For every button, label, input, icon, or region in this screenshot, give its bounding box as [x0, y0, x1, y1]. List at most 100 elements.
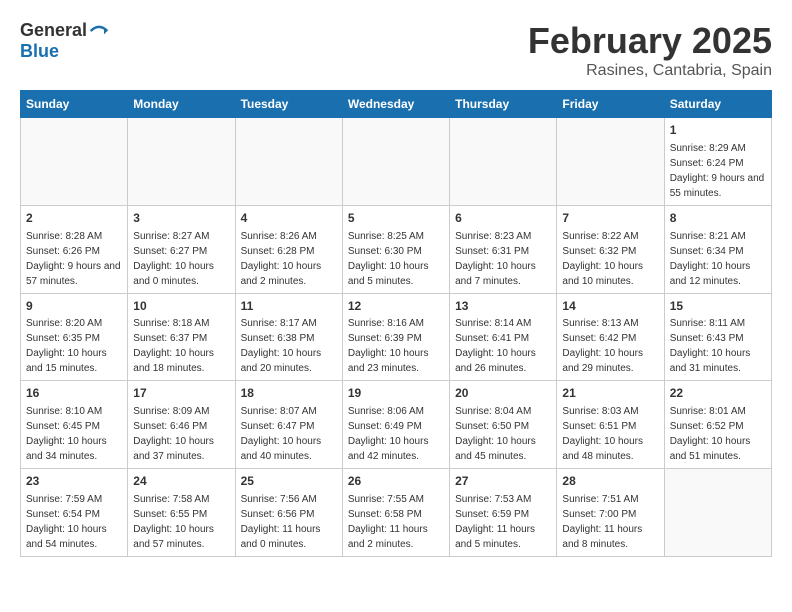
logo-blue: Blue [20, 41, 59, 61]
calendar-cell: 11Sunrise: 8:17 AM Sunset: 6:38 PM Dayli… [235, 293, 342, 381]
day-info: Sunrise: 8:03 AM Sunset: 6:51 PM Dayligh… [562, 406, 643, 462]
calendar-cell: 4Sunrise: 8:26 AM Sunset: 6:28 PM Daylig… [235, 205, 342, 293]
weekday-row: SundayMondayTuesdayWednesdayThursdayFrid… [21, 91, 772, 118]
day-number: 6 [455, 210, 551, 227]
calendar-cell: 20 Sunrise: 8:04 AM Sunset: 6:50 PM Dayli… [450, 381, 557, 469]
week-row-3: 9Sunrise: 8:20 AM Sunset: 6:35 PM Daylig… [21, 293, 772, 381]
calendar-cell: 28 Sunrise: 7:51 AM Sunset: 7:00 PM Dayli… [557, 469, 664, 557]
calendar-body: 1Sunrise: 8:29 AM Sunset: 6:24 PM Daylig… [21, 118, 772, 557]
calendar-cell: 9Sunrise: 8:20 AM Sunset: 6:35 PM Daylig… [21, 293, 128, 381]
day-number: 8 [670, 210, 766, 227]
calendar-cell: 8 Sunrise: 8:21 AM Sunset: 6:34 PM Daylig… [664, 205, 771, 293]
calendar-cell [128, 118, 235, 206]
calendar-cell: 17 Sunrise: 8:09 AM Sunset: 6:46 PM Dayli… [128, 381, 235, 469]
calendar-cell: 14Sunrise: 8:13 AM Sunset: 6:42 PM Dayli… [557, 293, 664, 381]
logo-icon [89, 21, 109, 41]
weekday-header-wednesday: Wednesday [342, 91, 449, 118]
weekday-header-tuesday: Tuesday [235, 91, 342, 118]
week-row-4: 16 Sunrise: 8:10 AM Sunset: 6:45 PM Dayli… [21, 381, 772, 469]
calendar-cell [342, 118, 449, 206]
day-number: 28 [562, 473, 658, 490]
calendar-cell: 22 Sunrise: 8:01 AM Sunset: 6:52 PM Dayli… [664, 381, 771, 469]
day-info: Sunrise: 8:25 AM Sunset: 6:30 PM Dayligh… [348, 231, 429, 287]
day-number: 22 [670, 385, 766, 402]
calendar-cell: 18 Sunrise: 8:07 AM Sunset: 6:47 PM Dayli… [235, 381, 342, 469]
day-number: 17 [133, 385, 229, 402]
calendar-cell: 5 Sunrise: 8:25 AM Sunset: 6:30 PM Daylig… [342, 205, 449, 293]
calendar-cell: 24 Sunrise: 7:58 AM Sunset: 6:55 PM Dayli… [128, 469, 235, 557]
week-row-1: 1Sunrise: 8:29 AM Sunset: 6:24 PM Daylig… [21, 118, 772, 206]
day-info: Sunrise: 7:53 AM Sunset: 6:59 PM Dayligh… [455, 494, 535, 550]
day-number: 24 [133, 473, 229, 490]
day-number: 20 [455, 385, 551, 402]
day-info: Sunrise: 8:28 AM Sunset: 6:26 PM Dayligh… [26, 231, 121, 287]
weekday-header-sunday: Sunday [21, 91, 128, 118]
header: General Blue February 2025 Rasines, Cant… [20, 20, 772, 80]
day-number: 25 [241, 473, 337, 490]
calendar-cell: 26 Sunrise: 7:55 AM Sunset: 6:58 PM Dayli… [342, 469, 449, 557]
logo: General Blue [20, 20, 109, 62]
calendar-cell: 2Sunrise: 8:28 AM Sunset: 6:26 PM Daylig… [21, 205, 128, 293]
day-info: Sunrise: 8:07 AM Sunset: 6:47 PM Dayligh… [241, 406, 322, 462]
calendar-cell [557, 118, 664, 206]
calendar-cell: 15 Sunrise: 8:11 AM Sunset: 6:43 PM Dayli… [664, 293, 771, 381]
calendar-cell [21, 118, 128, 206]
day-number: 23 [26, 473, 122, 490]
day-number: 16 [26, 385, 122, 402]
day-info: Sunrise: 8:23 AM Sunset: 6:31 PM Dayligh… [455, 231, 536, 287]
week-row-2: 2Sunrise: 8:28 AM Sunset: 6:26 PM Daylig… [21, 205, 772, 293]
month-year: February 2025 [528, 20, 772, 62]
day-info: Sunrise: 7:58 AM Sunset: 6:55 PM Dayligh… [133, 494, 214, 550]
calendar-cell [235, 118, 342, 206]
day-info: Sunrise: 8:09 AM Sunset: 6:46 PM Dayligh… [133, 406, 214, 462]
day-info: Sunrise: 8:21 AM Sunset: 6:34 PM Dayligh… [670, 231, 751, 287]
day-number: 7 [562, 210, 658, 227]
day-info: Sunrise: 8:10 AM Sunset: 6:45 PM Dayligh… [26, 406, 107, 462]
calendar-cell: 13 Sunrise: 8:14 AM Sunset: 6:41 PM Dayli… [450, 293, 557, 381]
calendar-cell [450, 118, 557, 206]
day-info: Sunrise: 8:11 AM Sunset: 6:43 PM Dayligh… [670, 318, 751, 374]
day-number: 11 [241, 298, 337, 315]
weekday-header-saturday: Saturday [664, 91, 771, 118]
calendar-cell: 6 Sunrise: 8:23 AM Sunset: 6:31 PM Daylig… [450, 205, 557, 293]
day-number: 26 [348, 473, 444, 490]
day-info: Sunrise: 8:27 AM Sunset: 6:27 PM Dayligh… [133, 231, 214, 287]
calendar-cell [664, 469, 771, 557]
calendar-cell: 7 Sunrise: 8:22 AM Sunset: 6:32 PM Daylig… [557, 205, 664, 293]
day-number: 10 [133, 298, 229, 315]
day-number: 4 [241, 210, 337, 227]
weekday-header-thursday: Thursday [450, 91, 557, 118]
day-info: Sunrise: 8:20 AM Sunset: 6:35 PM Dayligh… [26, 318, 107, 374]
day-info: Sunrise: 8:14 AM Sunset: 6:41 PM Dayligh… [455, 318, 536, 374]
day-number: 3 [133, 210, 229, 227]
day-info: Sunrise: 8:18 AM Sunset: 6:37 PM Dayligh… [133, 318, 214, 374]
calendar-cell: 21Sunrise: 8:03 AM Sunset: 6:51 PM Dayli… [557, 381, 664, 469]
calendar-cell: 12 Sunrise: 8:16 AM Sunset: 6:39 PM Dayli… [342, 293, 449, 381]
day-info: Sunrise: 7:59 AM Sunset: 6:54 PM Dayligh… [26, 494, 107, 550]
day-info: Sunrise: 7:51 AM Sunset: 7:00 PM Dayligh… [562, 494, 642, 550]
day-info: Sunrise: 8:22 AM Sunset: 6:32 PM Dayligh… [562, 231, 643, 287]
day-number: 19 [348, 385, 444, 402]
calendar-header: SundayMondayTuesdayWednesdayThursdayFrid… [21, 91, 772, 118]
calendar-table: SundayMondayTuesdayWednesdayThursdayFrid… [20, 90, 772, 557]
weekday-header-friday: Friday [557, 91, 664, 118]
day-number: 5 [348, 210, 444, 227]
day-number: 15 [670, 298, 766, 315]
calendar-cell: 23 Sunrise: 7:59 AM Sunset: 6:54 PM Dayli… [21, 469, 128, 557]
day-info: Sunrise: 8:01 AM Sunset: 6:52 PM Dayligh… [670, 406, 751, 462]
calendar-cell: 10 Sunrise: 8:18 AM Sunset: 6:37 PM Dayli… [128, 293, 235, 381]
calendar-cell: 27 Sunrise: 7:53 AM Sunset: 6:59 PM Dayli… [450, 469, 557, 557]
day-number: 13 [455, 298, 551, 315]
day-info: Sunrise: 8:16 AM Sunset: 6:39 PM Dayligh… [348, 318, 429, 374]
day-number: 12 [348, 298, 444, 315]
day-number: 18 [241, 385, 337, 402]
day-info: Sunrise: 7:56 AM Sunset: 6:56 PM Dayligh… [241, 494, 321, 550]
logo-general: General [20, 20, 87, 41]
calendar-cell: 16 Sunrise: 8:10 AM Sunset: 6:45 PM Dayli… [21, 381, 128, 469]
day-info: Sunrise: 7:55 AM Sunset: 6:58 PM Dayligh… [348, 494, 428, 550]
title-block: February 2025 Rasines, Cantabria, Spain [528, 20, 772, 80]
calendar-cell: 3 Sunrise: 8:27 AM Sunset: 6:27 PM Daylig… [128, 205, 235, 293]
day-info: Sunrise: 8:04 AM Sunset: 6:50 PM Dayligh… [455, 406, 536, 462]
day-number: 27 [455, 473, 551, 490]
calendar-cell: 1Sunrise: 8:29 AM Sunset: 6:24 PM Daylig… [664, 118, 771, 206]
